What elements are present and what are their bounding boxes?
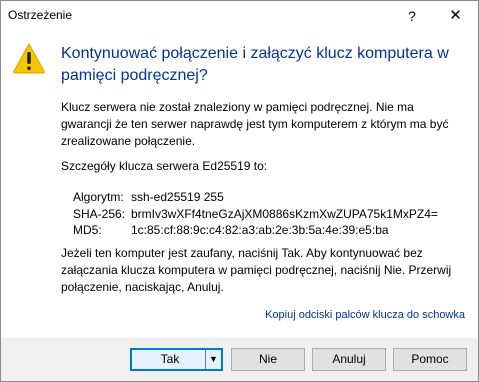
yes-button-label[interactable]: Tak — [132, 350, 208, 369]
detail-row-sha256: SHA-256: brmIv3wXFf4tneGzAjXM0886sKzmXwZ… — [73, 206, 438, 223]
help-button[interactable]: Pomoc — [393, 348, 467, 371]
help-title-button[interactable]: ? — [394, 1, 430, 31]
detail-row-md5: MD5: 1c:85:cf:88:9c:c4:82:a3:ab:2e:3b:5a… — [73, 222, 438, 239]
key-not-cached-text: Klucz serwera nie został znaleziony w pa… — [61, 100, 449, 148]
copy-fingerprints-link[interactable]: Kopiuj odciski palców klucza do schowka — [265, 309, 465, 321]
detail-value: 1c:85:cf:88:9c:c4:82:a3:ab:2e:3b:5a:4e:3… — [131, 223, 389, 237]
detail-row-algorithm: Algorytm: ssh-ed25519 255 — [73, 189, 438, 206]
warning-icon — [13, 42, 45, 74]
title-bar: Ostrzeżenie ? ✕ — [1, 1, 478, 31]
detail-key: SHA-256: — [73, 206, 126, 221]
detail-key: MD5: — [73, 223, 102, 237]
close-button[interactable]: ✕ — [433, 1, 478, 31]
detail-value: ssh-ed25519 255 — [131, 190, 224, 204]
dropdown-arrow-icon[interactable]: ▼ — [205, 350, 221, 369]
yes-split-button[interactable]: Tak ▼ — [130, 348, 223, 371]
instructions-text: Jeżeli ten komputer jest zaufany, naciśn… — [61, 246, 452, 294]
detail-value: brmIv3wXFf4tneGzAjXM0886sKzmXwZUPA75k1Mx… — [131, 206, 438, 221]
key-details-label: Szczegóły klucza serwera Ed25519 to: — [61, 159, 268, 173]
detail-key: Algorytm: — [73, 190, 124, 204]
dialog-heading: Kontynuować połączenie i załączyć klucz … — [61, 45, 449, 84]
no-button[interactable]: Nie — [231, 348, 305, 371]
key-details: Algorytm: ssh-ed25519 255 SHA-256: brmIv… — [73, 189, 438, 239]
warning-dialog: Ostrzeżenie ? ✕ Kontynuować połączenie i… — [0, 0, 479, 382]
window-title: Ostrzeżenie — [8, 8, 73, 22]
cancel-button[interactable]: Anuluj — [312, 348, 386, 371]
